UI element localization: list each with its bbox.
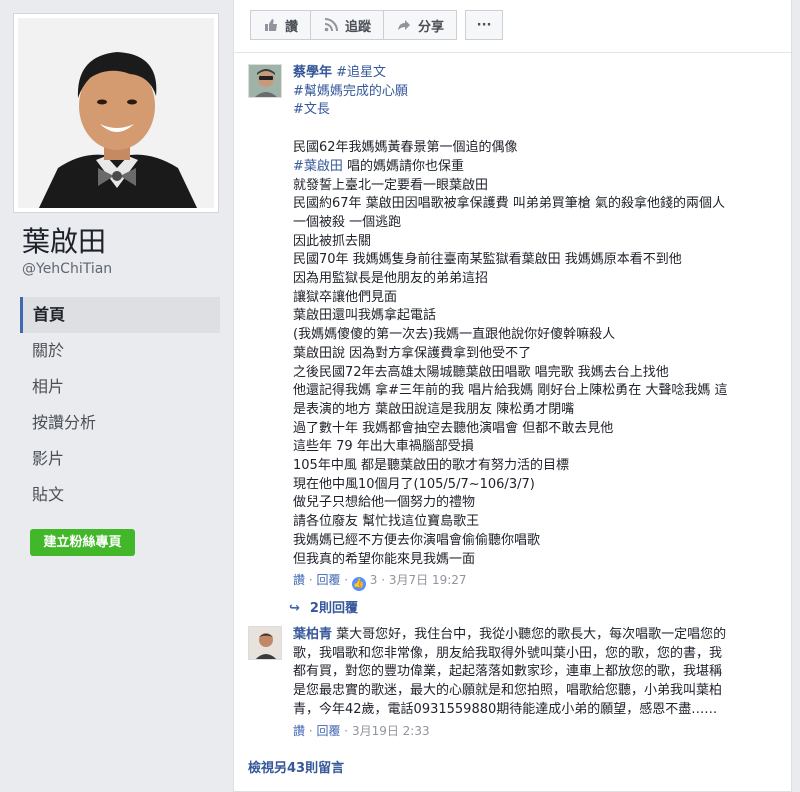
page-handle[interactable]: @YehChiTian: [22, 261, 112, 277]
comment-like-link[interactable]: 讚: [293, 724, 305, 738]
comment-timestamp[interactable]: 3月7日 19:27: [389, 573, 467, 587]
page-nav: 首頁 關於 相片 按讚分析 影片 貼文: [20, 297, 220, 513]
view-replies-link[interactable]: ↪ 2則回覆: [289, 597, 358, 616]
reply-arrow-icon: ↪: [289, 601, 300, 616]
comment-text-line: 就發誓上臺北一定要看一眼葉啟田: [293, 177, 489, 193]
comment-text-line: 他還記得我媽 拿#三年前的我 唱片給我媽 剛好台上陳松勇在 大聲唸我媽 這: [293, 383, 728, 399]
comment-author[interactable]: 蔡學年: [293, 65, 332, 80]
divider: [234, 52, 791, 53]
replies-count: 2則回覆: [309, 601, 358, 616]
nav-item-likes[interactable]: 按讚分析: [20, 405, 220, 441]
comment-text-line: 之後民國72年去高雄太陽城聽葉啟田唱歌 唱完歌 我媽去台上找他: [293, 364, 669, 380]
more-options-button[interactable]: ···: [465, 10, 504, 40]
comment-text-line: 現在他中風10個月了(105/5/7~106/3/7): [293, 476, 535, 492]
page-title: 葉啟田: [22, 225, 107, 258]
comment-text-line: 民國70年 我媽媽隻身前往臺南某監獄看葉啟田 我媽媽原本看不到他: [293, 252, 682, 268]
comment-text-line: 是表演的地方 葉啟田說這是我朋友 陳松勇才閉嘴: [293, 401, 575, 417]
nav-item-home[interactable]: 首頁: [20, 297, 220, 333]
comment-text-line: 葉啟田說 因為對方拿保護費拿到他受不了: [293, 345, 532, 361]
comment-reply-link[interactable]: 回覆: [316, 573, 340, 587]
post-action-bar: 讚 追蹤 分享 ···: [250, 10, 504, 40]
comment-text-line: 105年中風 都是聽葉啟田的歌才有努力活的目標: [293, 458, 569, 474]
follow-button[interactable]: 追蹤: [311, 10, 385, 40]
view-more-comments-link[interactable]: 檢視另43則留言: [248, 757, 344, 776]
comment-text-line: 做兒子只想給他一個努力的禮物: [293, 495, 476, 511]
like-label: 讚: [285, 19, 299, 35]
more-dots-icon: ···: [476, 17, 492, 33]
hashtag-link[interactable]: #幫媽媽完成的心願: [293, 84, 408, 99]
comment-text: 唱的媽媽請你也保重: [342, 158, 465, 174]
thumbs-up-icon: [263, 17, 279, 33]
comment-text-line: 因為用監獄長是他朋友的弟弟這招: [293, 271, 489, 287]
comment-text-line: 都有買，對您的豐功偉業，起起落落如數家珍，連車上都放您的歌，我堪稱: [293, 664, 723, 680]
share-label: 分享: [418, 19, 445, 35]
hashtag-link[interactable]: #追星文: [336, 65, 386, 80]
comment-text-line: 青，今年42歲，電話0931559880期待能達成小弟的願望，感恩不盡……: [293, 701, 718, 717]
comment-timestamp[interactable]: 3月19日 2:33: [352, 724, 430, 738]
profile-photo: [18, 18, 214, 208]
nav-item-about[interactable]: 關於: [20, 333, 220, 369]
reaction-count[interactable]: 3: [370, 573, 378, 587]
nav-item-posts[interactable]: 貼文: [20, 477, 220, 513]
like-button[interactable]: 讚: [250, 10, 312, 40]
comment-meta: 讚 · 回覆 · 👍 3 · 3月7日 19:27: [293, 573, 467, 592]
comment-text: 葉大哥您好，我住台中，我從小聽您的歌長大，每次唱歌一定唱您的: [332, 627, 727, 642]
comment-text-line: 這些年 79 年出大車禍腦部受損: [293, 439, 474, 455]
comment-author[interactable]: 葉柏青: [293, 627, 332, 642]
comment-text-line: 民國約67年 葉啟田因唱歌被拿保護費 叫弟弟買筆槍 氣的殺拿他錢的兩個人: [293, 196, 725, 212]
comment-text-line: 過了數十年 我媽都會抽空去聽他演唱會 但都不敢去見他: [293, 420, 614, 436]
comment-text-line: 因此被抓去關: [293, 233, 372, 249]
comment-body: 歌，我唱歌和您非常像，朋友給我取得外號叫葉小田，您的歌，您的書，我 都有買，對您的…: [293, 645, 773, 720]
comment-text-line: #葉啟田 唱的媽媽請你也保重: [293, 158, 773, 177]
post-card: 讚 追蹤 分享 ··· 蔡學年 #追星文 #幫媽媽完成的心願 #文長 民國62年…: [233, 0, 792, 792]
rss-icon: [323, 17, 339, 33]
hashtag-link[interactable]: #葉啟田: [293, 159, 343, 174]
share-button[interactable]: 分享: [384, 10, 458, 40]
comment-text-line: 一個被殺 一個逃跑: [293, 214, 402, 230]
nav-item-videos[interactable]: 影片: [20, 441, 220, 477]
comment-text-line: 民國62年我媽媽黃春景第一個追的偶像: [293, 140, 518, 156]
comment-text-line: 歌，我唱歌和您非常像，朋友給我取得外號叫葉小田，您的歌，您的書，我: [293, 645, 723, 661]
share-arrow-icon: [396, 17, 412, 33]
comment-text-line: 但我真的希望你能來見我媽一面: [293, 551, 476, 567]
comment-meta: 讚 · 回覆 · 3月19日 2:33: [293, 723, 430, 738]
commenter-avatar[interactable]: [248, 64, 282, 98]
comment-text-line: (我媽媽傻傻的第一次去)我媽一直跟他說你好傻幹嘛殺人: [293, 327, 616, 343]
follow-label: 追蹤: [345, 19, 372, 35]
commenter-avatar[interactable]: [248, 626, 282, 660]
hashtag-link[interactable]: #文長: [293, 102, 330, 117]
like-reaction-icon: 👍: [351, 577, 366, 592]
profile-picture[interactable]: [13, 13, 219, 213]
comment-text-line: 我媽媽已經不方便去你演唱會偷偷聽你唱歌: [293, 532, 541, 548]
comment-text-line: 是您最忠實的歌迷，最大的心願就是和您拍照，唱歌給您聽，小弟我叫葉柏: [293, 683, 723, 699]
comment-like-link[interactable]: 讚: [293, 573, 305, 587]
comment-text-line: 請各位廢友 幫忙找這位寶島歌王: [293, 514, 480, 530]
create-page-button[interactable]: 建立粉絲專頁: [30, 529, 135, 556]
comment-text-line: 葉啟田還叫我媽拿起電話: [293, 308, 437, 324]
comment-reply-link[interactable]: 回覆: [316, 724, 340, 738]
comment-text-line: 讓獄卒讓他們見面: [293, 289, 398, 305]
nav-item-photos[interactable]: 相片: [20, 369, 220, 405]
comment-body: 就發誓上臺北一定要看一眼葉啟田民國約67年 葉啟田因唱歌被拿保護費 叫弟弟買筆槍…: [293, 177, 773, 570]
